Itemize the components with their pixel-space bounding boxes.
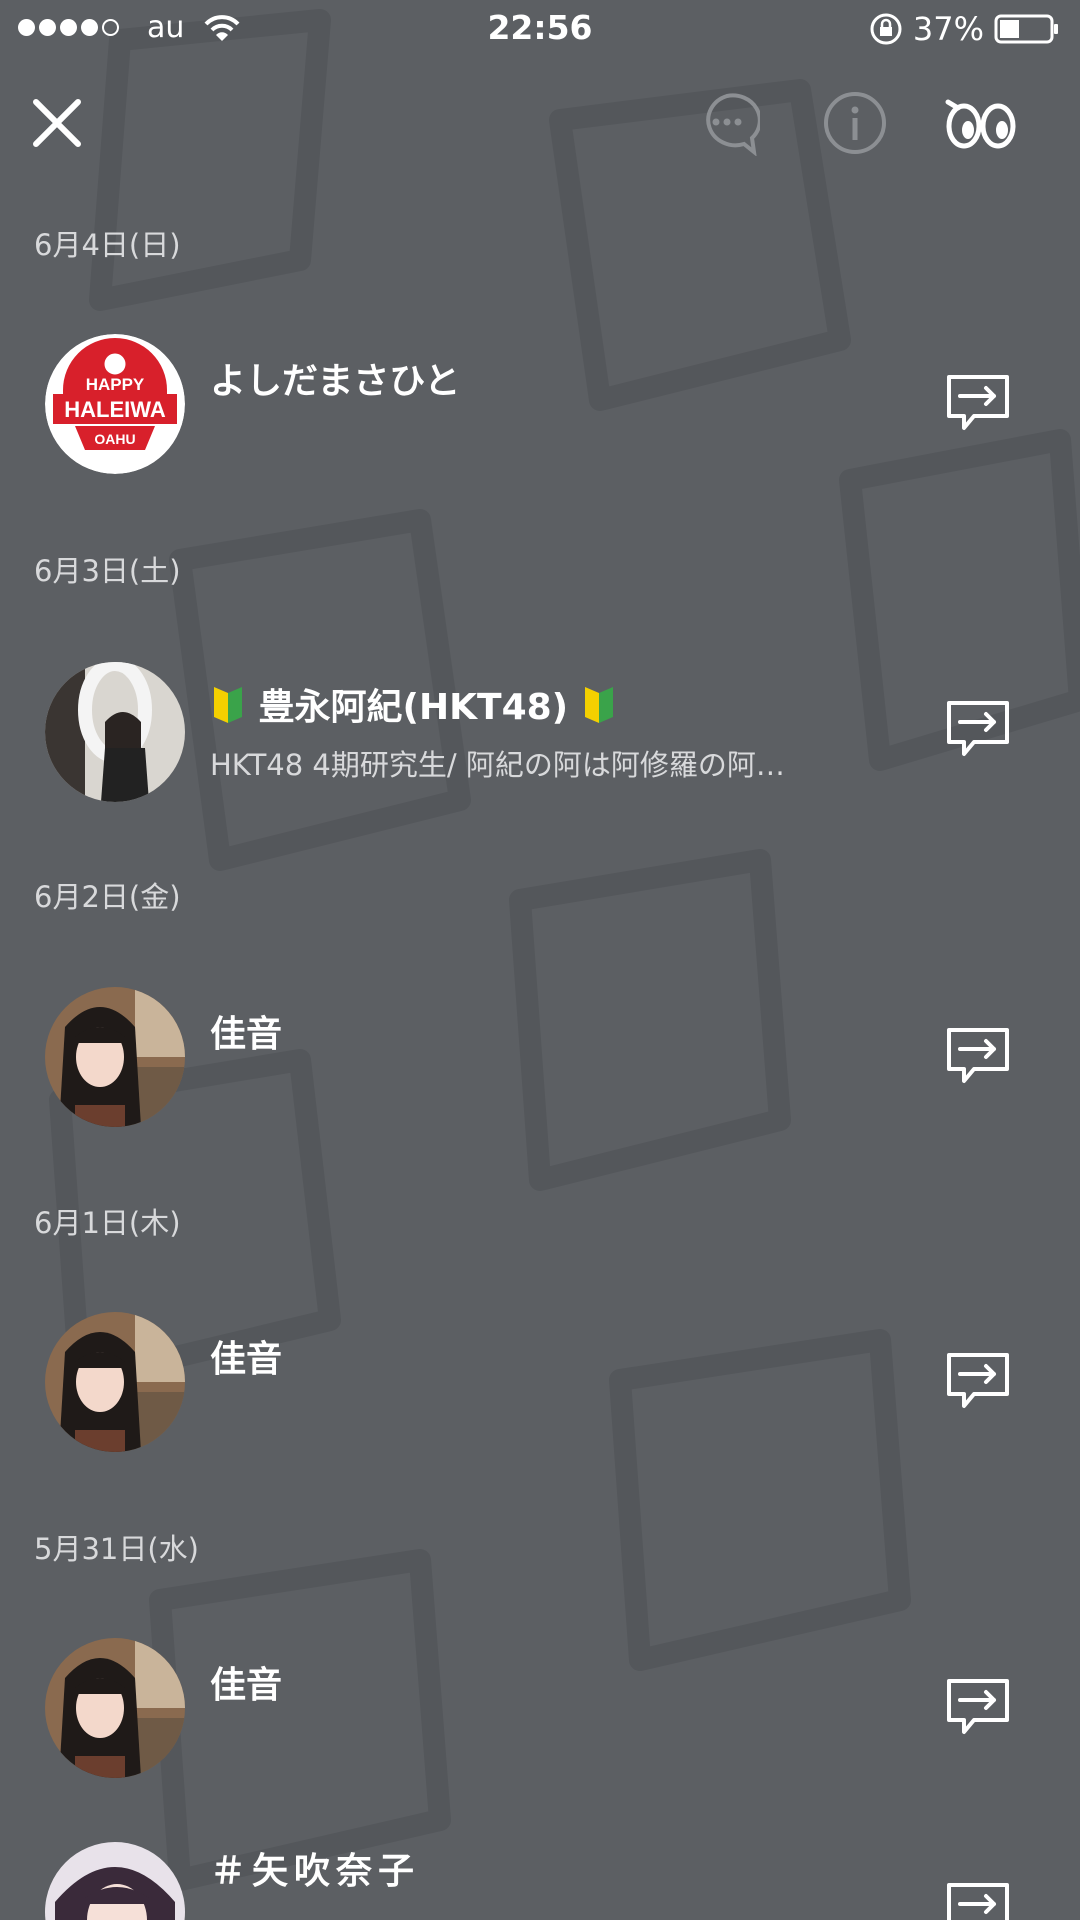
avatar (45, 1638, 185, 1778)
beginner-mark-icon (584, 687, 613, 723)
contact-status-message: HKT48 4期研究生/ 阿紀の阿は阿修羅の阿… (210, 748, 785, 782)
date-header: 6月2日(金) (34, 880, 181, 914)
share-icon[interactable] (946, 374, 1010, 432)
logo-text-line1: HAPPY (86, 375, 145, 394)
contact-name: 佳音 (210, 1014, 283, 1055)
rotation-lock-icon (870, 13, 902, 45)
eyes-icon[interactable] (944, 90, 1018, 156)
beginner-mark-icon (214, 687, 242, 723)
header-bar (0, 78, 1080, 168)
list-item[interactable]: ＃矢吹奈子 (0, 1830, 1080, 1920)
share-icon[interactable] (946, 1678, 1010, 1736)
date-header: 6月4日(日) (34, 228, 181, 262)
date-header: 6月1日(木) (34, 1206, 181, 1240)
avatar (45, 987, 185, 1127)
share-icon[interactable] (946, 1352, 1010, 1410)
avatar (45, 1842, 185, 1920)
avatar (45, 662, 185, 802)
list-item[interactable]: 佳音 (0, 975, 1080, 1135)
list-item[interactable]: 佳音 (0, 1300, 1080, 1460)
status-bar: au 22:56 37% (0, 0, 1080, 60)
contact-name: 佳音 (210, 1665, 283, 1706)
list-item[interactable]: 豊永阿紀(HKT48) HKT48 4期研究生/ 阿紀の阿は阿修羅の阿… (0, 650, 1080, 810)
contact-name: 佳音 (210, 1339, 283, 1380)
date-header: 6月3日(土) (34, 554, 181, 588)
share-icon[interactable] (946, 1882, 1010, 1920)
share-icon[interactable] (946, 700, 1010, 758)
battery-percent: 37% (912, 10, 984, 48)
contact-name: ＃矢吹奈子 (210, 1851, 421, 1892)
info-icon[interactable] (822, 90, 888, 156)
avatar: HAPPY HALEIWA OAHU (45, 334, 185, 474)
list-item[interactable]: HAPPY HALEIWA OAHU よしだまさひと (0, 322, 1080, 482)
battery-icon (994, 14, 1058, 44)
logo-text-line2: HALEIWA (64, 397, 166, 422)
chat-bubble-icon[interactable] (694, 90, 760, 156)
contact-name-text: 豊永阿紀(HKT48) (258, 687, 569, 728)
date-header: 5月31日(水) (34, 1532, 199, 1566)
list-item[interactable]: 佳音 (0, 1626, 1080, 1786)
logo-text-line3: OAHU (94, 431, 135, 447)
contact-name: よしだまさひと (210, 361, 461, 402)
close-icon[interactable] (28, 94, 86, 152)
status-right: 37% (869, 10, 1060, 48)
contact-name: 豊永阿紀(HKT48) (210, 678, 617, 730)
avatar (45, 1312, 185, 1452)
share-icon[interactable] (946, 1027, 1010, 1085)
